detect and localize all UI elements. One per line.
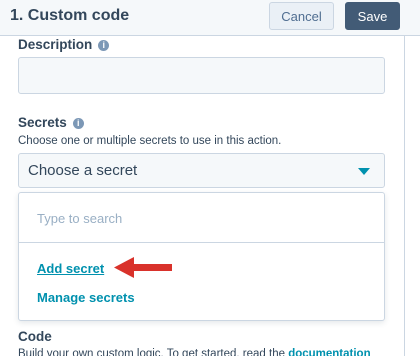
cancel-button[interactable]: Cancel xyxy=(269,2,334,30)
code-help-prefix: Build your own custom logic. To get star… xyxy=(18,348,289,356)
info-icon[interactable]: i xyxy=(72,118,84,129)
secrets-label-text: Secrets xyxy=(18,115,67,130)
code-label: Code xyxy=(18,329,52,344)
arrow-head xyxy=(114,257,134,278)
secret-select[interactable]: Choose a secret xyxy=(18,153,385,188)
secrets-help-text: Choose one or multiple secrets to use in… xyxy=(18,135,282,147)
documentation-link[interactable]: documentation xyxy=(288,348,370,356)
caret-down-icon xyxy=(358,168,370,175)
secret-dropdown-menu: Add secret Manage secrets xyxy=(18,192,385,321)
description-label-text: Description xyxy=(18,37,93,52)
search-input[interactable] xyxy=(27,201,375,235)
description-label: Description i xyxy=(18,37,110,52)
code-help-text: Build your own custom logic. To get star… xyxy=(18,348,371,356)
panel-title: 1. Custom code xyxy=(10,7,130,24)
annotation-arrow-icon xyxy=(114,257,172,278)
save-button[interactable]: Save xyxy=(345,2,400,30)
panel-header: 1. Custom code Cancel Save xyxy=(0,0,420,36)
secret-select-value: Choose a secret xyxy=(28,162,138,179)
dropdown-search xyxy=(19,193,384,243)
description-field[interactable] xyxy=(18,57,385,94)
manage-secrets-link[interactable]: Manage secrets xyxy=(37,290,135,305)
add-secret-link[interactable]: Add secret xyxy=(37,261,104,276)
arrow-shaft xyxy=(130,264,172,271)
panel-divider xyxy=(404,36,405,356)
secrets-label: Secrets i xyxy=(18,115,84,130)
info-icon[interactable]: i xyxy=(98,40,110,51)
